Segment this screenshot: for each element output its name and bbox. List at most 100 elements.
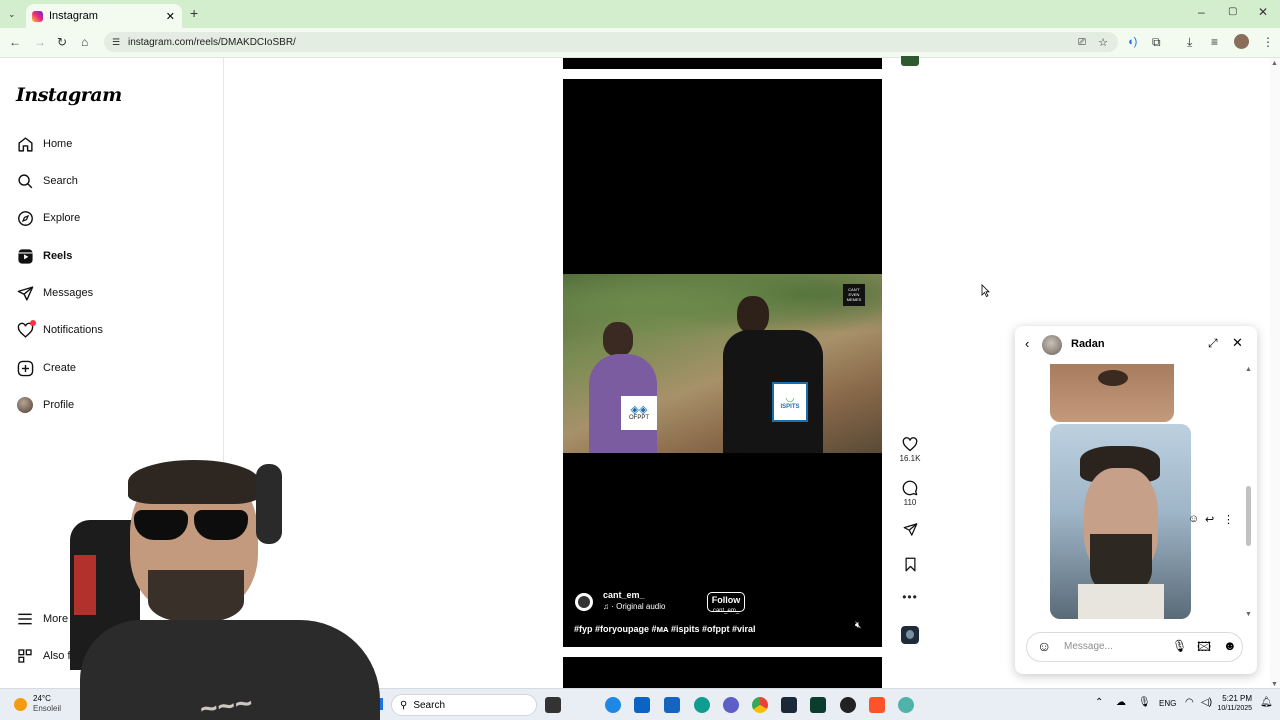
like-button[interactable]: 16.1K bbox=[898, 437, 922, 463]
audio-thumb-icon bbox=[906, 630, 914, 639]
scroll-down-arrow-icon[interactable]: ▼ bbox=[1271, 681, 1278, 688]
extensions-icon[interactable]: ⧉ bbox=[1152, 36, 1161, 48]
previous-reel-video[interactable] bbox=[563, 58, 882, 69]
message-input[interactable]: Message... bbox=[1064, 641, 1113, 652]
emoji-icon[interactable]: ☺ bbox=[1037, 638, 1051, 654]
reel-author-avatar[interactable] bbox=[575, 593, 593, 611]
more-options-icon[interactable]: ••• bbox=[898, 590, 922, 604]
browser-tab[interactable]: Instagram ✕ bbox=[26, 4, 182, 28]
store-icon[interactable] bbox=[634, 697, 650, 713]
edge-icon[interactable] bbox=[605, 697, 621, 713]
nav-search[interactable]: Search bbox=[16, 169, 78, 193]
wifi-icon[interactable]: ◠ bbox=[1185, 697, 1194, 708]
clock-time[interactable]: 5:21 PM bbox=[1214, 694, 1252, 703]
sun-weather-icon[interactable] bbox=[14, 698, 27, 711]
chat-photo-message[interactable] bbox=[1050, 364, 1174, 422]
reload-icon[interactable]: ↻ bbox=[57, 36, 67, 48]
discord-icon[interactable] bbox=[723, 697, 739, 713]
microphone-icon[interactable]: 🎙︎ bbox=[1172, 639, 1187, 653]
chat-close-icon[interactable]: ✕ bbox=[1232, 335, 1243, 351]
profile-avatar-icon[interactable] bbox=[1234, 34, 1249, 49]
chat-scroll-down-icon[interactable]: ▼ bbox=[1245, 611, 1252, 618]
scroll-up-arrow-icon[interactable]: ▲ bbox=[1271, 60, 1278, 67]
address-bar[interactable]: ☰ instagram.com/reels/DMAKDCIoSBR/ ⎚ ☆ bbox=[104, 32, 1118, 52]
reel-username[interactable]: cant_em_ bbox=[603, 590, 645, 600]
instagram-logo[interactable]: Instagram bbox=[16, 84, 122, 106]
install-app-icon[interactable]: ⎚ bbox=[1078, 37, 1086, 48]
chat-scroll-up-icon[interactable]: ▲ bbox=[1245, 366, 1252, 373]
follow-button[interactable]: Follow cant_em_ bbox=[707, 592, 745, 614]
next-reel-video[interactable] bbox=[563, 657, 882, 688]
page-scrollbar[interactable]: ▲ ▼ bbox=[1270, 58, 1280, 688]
maximize-icon[interactable]: ▢ bbox=[1228, 6, 1237, 18]
share-button[interactable] bbox=[898, 522, 922, 539]
reel-caption[interactable]: #fyp #foryoupage #ᴍᴀ #ispits #ofppt #vir… bbox=[574, 624, 756, 634]
tab-close-icon[interactable]: ✕ bbox=[166, 10, 175, 23]
message-more-icon[interactable]: ⋮ bbox=[1223, 513, 1234, 526]
obs-icon[interactable] bbox=[840, 697, 856, 713]
clock-date[interactable]: 10/11/2025 bbox=[1212, 705, 1252, 712]
nav-reels[interactable]: Reels bbox=[16, 244, 72, 268]
ofppt-logo: ◈◈ OFPPT bbox=[621, 396, 657, 430]
chrome-icon[interactable] bbox=[752, 697, 768, 713]
chat-selfie-message[interactable] bbox=[1050, 424, 1191, 619]
minimize-icon[interactable]: – bbox=[1198, 6, 1205, 18]
nav-notifications[interactable]: Notifications bbox=[16, 318, 103, 342]
tab-list-chevron-icon[interactable]: ⌄ bbox=[8, 8, 16, 20]
forward-arrow-icon[interactable]: → bbox=[34, 36, 46, 48]
tray-mic-icon[interactable]: 🎙︎ bbox=[1138, 697, 1151, 708]
reel-audio-thumbnail[interactable] bbox=[901, 626, 919, 644]
mute-icon[interactable]: 🔇︎ bbox=[855, 620, 861, 631]
nav-home[interactable]: Home bbox=[16, 132, 72, 156]
comment-button[interactable]: 110 bbox=[898, 480, 922, 507]
chat-contact-name[interactable]: Radan bbox=[1071, 338, 1105, 350]
tray-chevron-icon[interactable]: ⌃ bbox=[1095, 697, 1103, 708]
browser-menu-icon[interactable]: ⋮ bbox=[1262, 36, 1274, 48]
site-info-icon[interactable]: ☰ bbox=[112, 37, 120, 48]
reply-icon[interactable]: ↩ bbox=[1205, 513, 1214, 526]
nav-create[interactable]: Create bbox=[16, 356, 76, 380]
bookmark-star-icon[interactable]: ☆ bbox=[1098, 36, 1108, 49]
ispits-logo: ◡ ISPITS bbox=[772, 382, 808, 422]
message-composer[interactable]: ☺ Message... 🎙︎ 🖾 ☻ bbox=[1026, 632, 1243, 662]
copilot-icon[interactable] bbox=[694, 697, 710, 713]
weather-temp[interactable]: 24°C bbox=[33, 694, 51, 703]
volume-icon[interactable]: ◁) bbox=[1201, 697, 1212, 708]
heart-icon bbox=[16, 320, 36, 339]
previous-reel-audio-thumb[interactable] bbox=[901, 56, 919, 66]
download-icon[interactable]: ⤓ bbox=[1187, 36, 1192, 48]
notifications-bell-icon[interactable]: 🔔︎ bbox=[1260, 697, 1273, 708]
media-control-icon[interactable]: ≡ bbox=[1211, 36, 1218, 48]
home-browser-icon[interactable]: ⌂ bbox=[81, 36, 88, 48]
chat-contact-avatar[interactable] bbox=[1042, 335, 1062, 355]
chat-back-icon[interactable]: ‹ bbox=[1025, 336, 1029, 351]
read-aloud-icon[interactable]: ◖) bbox=[1127, 36, 1137, 48]
language-indicator[interactable]: ENG bbox=[1159, 699, 1176, 708]
window-close-icon[interactable]: ✕ bbox=[1258, 6, 1268, 18]
chat-scrollbar[interactable]: ▲ ▼ bbox=[1245, 366, 1253, 618]
reels-icon bbox=[16, 247, 34, 265]
brave-icon[interactable] bbox=[869, 697, 885, 713]
expand-icon[interactable]: ⤢ bbox=[1208, 336, 1218, 351]
steam-icon[interactable] bbox=[781, 697, 797, 713]
tray-cloud-icon[interactable]: ☁ bbox=[1116, 697, 1126, 708]
sticker-icon[interactable]: ☻ bbox=[1223, 638, 1237, 653]
image-upload-icon[interactable]: 🖾 bbox=[1197, 638, 1211, 660]
reel-audio[interactable]: ♫ · Original audio bbox=[603, 602, 665, 611]
new-tab-plus-icon[interactable]: + bbox=[190, 6, 198, 20]
task-view-icon[interactable] bbox=[545, 697, 561, 713]
nav-explore[interactable]: Explore bbox=[16, 206, 80, 230]
avatar bbox=[16, 396, 34, 414]
save-button[interactable] bbox=[898, 557, 922, 574]
taskbar-search[interactable]: ⚲ Search bbox=[391, 694, 537, 716]
notification-dot bbox=[30, 320, 36, 326]
nav-messages[interactable]: Messages bbox=[16, 281, 93, 305]
outlook-icon[interactable] bbox=[664, 697, 680, 713]
game-app-icon[interactable] bbox=[810, 697, 826, 713]
back-arrow-icon[interactable]: ← bbox=[9, 36, 21, 48]
nav-profile[interactable]: Profile bbox=[16, 393, 74, 417]
chat-scroll-thumb[interactable] bbox=[1246, 486, 1251, 546]
globe-app-icon[interactable] bbox=[898, 697, 914, 713]
react-emoji-icon[interactable]: ☺ bbox=[1188, 513, 1199, 525]
nav-label: Home bbox=[43, 138, 73, 150]
